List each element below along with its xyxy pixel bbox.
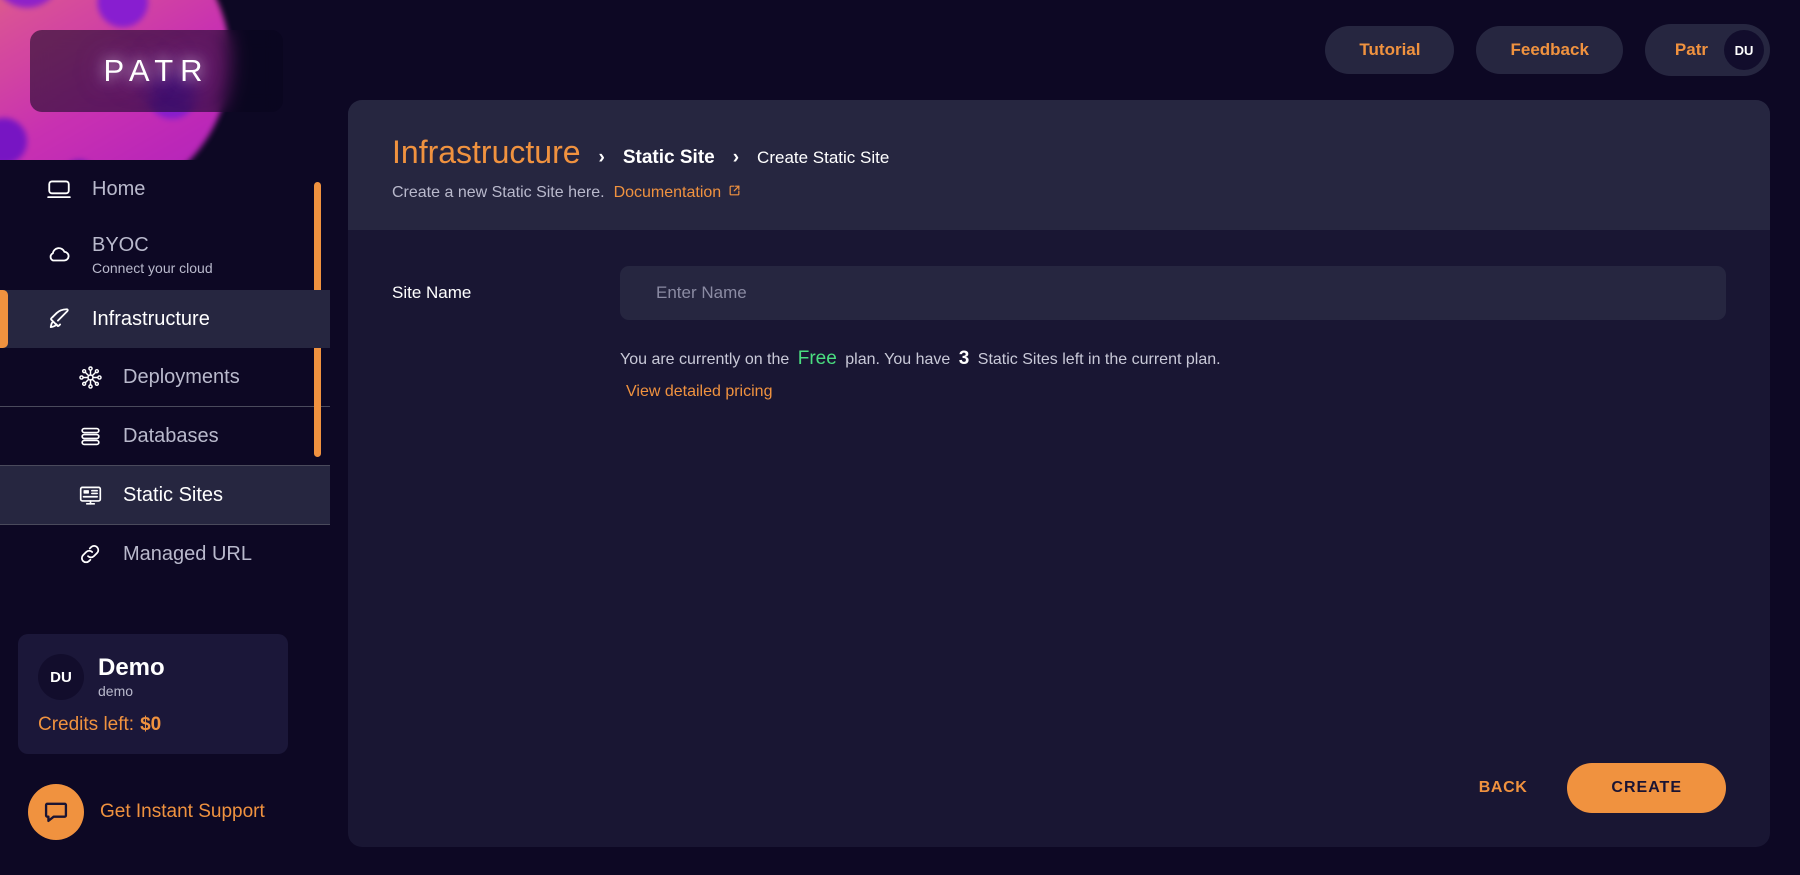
panel-subtitle-text: Create a new Static Site here. xyxy=(392,184,605,201)
documentation-link[interactable]: Documentation xyxy=(614,184,742,202)
plan-remaining-count: 3 xyxy=(958,348,970,369)
plan-note-prefix: You are currently on the xyxy=(620,351,790,368)
workspace-slug: demo xyxy=(98,682,134,699)
sidebar-item-label: BYOC xyxy=(92,233,149,256)
sidebar-item-label: Home xyxy=(92,178,146,200)
site-name-label: Site Name xyxy=(392,283,472,302)
panel-footer: BACK CREATE xyxy=(348,763,1770,847)
workspace-header: DU Demo demo xyxy=(38,654,268,700)
sidebar-nav: Home BYOC Connect your cloud Infrastruct… xyxy=(0,160,330,610)
sidebar-item-label: Databases xyxy=(123,425,219,447)
workspace-name: Demo xyxy=(98,654,165,682)
panel-subtitle: Create a new Static Site here. Documenta… xyxy=(392,184,1726,202)
credits-value: $0 xyxy=(140,714,162,735)
documentation-label: Documentation xyxy=(613,184,722,201)
main-area: Tutorial Feedback Patr DU Infrastructure… xyxy=(330,0,1800,875)
plan-note-suffix: Static Sites left in the current plan. xyxy=(977,351,1221,368)
chevron-right-icon: › xyxy=(732,147,740,168)
rocket-icon xyxy=(44,304,74,334)
tutorial-button[interactable]: Tutorial xyxy=(1325,26,1455,74)
chat-icon xyxy=(28,784,84,840)
feedback-button[interactable]: Feedback xyxy=(1476,26,1623,74)
create-button[interactable]: CREATE xyxy=(1567,763,1726,813)
plan-note: You are currently on the Free plan. You … xyxy=(620,346,1726,402)
site-name-row: Site Name You are currently on the Free … xyxy=(392,266,1726,402)
site-name-input[interactable] xyxy=(620,266,1726,320)
panel-body: Site Name You are currently on the Free … xyxy=(348,230,1770,763)
sidebar-item-label: Deployments xyxy=(123,366,240,388)
get-instant-support-button[interactable]: Get Instant Support xyxy=(28,784,330,840)
credits-row: Credits left: $0 xyxy=(38,714,268,736)
chevron-right-icon: › xyxy=(598,147,605,168)
app-root: PATR Home BYOC Connect your cloud Infras… xyxy=(0,0,1800,875)
breadcrumb-static-site[interactable]: Static Site xyxy=(623,147,715,169)
cloud-icon xyxy=(44,239,74,269)
avatar: DU xyxy=(1724,30,1764,70)
sidebar-item-byoc[interactable]: BYOC Connect your cloud xyxy=(0,218,330,290)
sidebar-item-deployments[interactable]: Deployments xyxy=(0,348,330,406)
credits-label: Credits left: xyxy=(38,714,135,735)
plan-name: Free xyxy=(797,348,837,369)
breadcrumb-current: Create Static Site xyxy=(757,148,890,167)
site-name-field-wrap: You are currently on the Free plan. You … xyxy=(620,266,1726,402)
sidebar-item-static-sites[interactable]: Static Sites xyxy=(0,466,330,524)
user-name: Patr xyxy=(1674,40,1708,59)
content-panel: Infrastructure › Static Site › Create St… xyxy=(348,100,1770,847)
panel-header: Infrastructure › Static Site › Create St… xyxy=(348,100,1770,230)
back-button[interactable]: BACK xyxy=(1479,779,1528,797)
topbar: Tutorial Feedback Patr DU xyxy=(330,0,1800,100)
sidebar-item-label: Static Sites xyxy=(123,484,224,506)
workspace-card[interactable]: DU Demo demo Credits left: $0 xyxy=(18,634,288,754)
breadcrumb-infrastructure[interactable]: Infrastructure xyxy=(392,134,581,171)
sidebar-item-label: Infrastructure xyxy=(92,308,210,330)
logo[interactable]: PATR xyxy=(30,30,283,112)
sidebar: PATR Home BYOC Connect your cloud Infras… xyxy=(0,0,330,875)
breadcrumb: Infrastructure › Static Site › Create St… xyxy=(392,134,1726,171)
sidebar-item-infrastructure[interactable]: Infrastructure xyxy=(0,290,330,348)
sidebar-item-managed-url[interactable]: Managed URL xyxy=(0,525,330,583)
monitor-icon xyxy=(44,174,74,204)
support-label: Get Instant Support xyxy=(100,801,265,822)
plan-note-middle: plan. You have xyxy=(845,351,951,368)
nodes-icon xyxy=(75,362,105,392)
sidebar-item-sublabel: Connect your cloud xyxy=(92,259,213,276)
logo-area: PATR xyxy=(0,0,330,160)
view-detailed-pricing-link[interactable]: View detailed pricing xyxy=(626,381,772,403)
user-menu[interactable]: Patr DU xyxy=(1644,24,1770,76)
sidebar-item-label: Managed URL xyxy=(123,543,252,565)
link-icon xyxy=(75,539,105,569)
display-icon xyxy=(75,480,105,510)
sidebar-item-home[interactable]: Home xyxy=(0,160,330,218)
logo-text: PATR xyxy=(103,53,210,88)
sidebar-item-databases[interactable]: Databases xyxy=(0,407,330,465)
workspace-avatar: DU xyxy=(38,654,84,700)
external-link-icon xyxy=(728,184,741,202)
database-icon xyxy=(75,421,105,451)
